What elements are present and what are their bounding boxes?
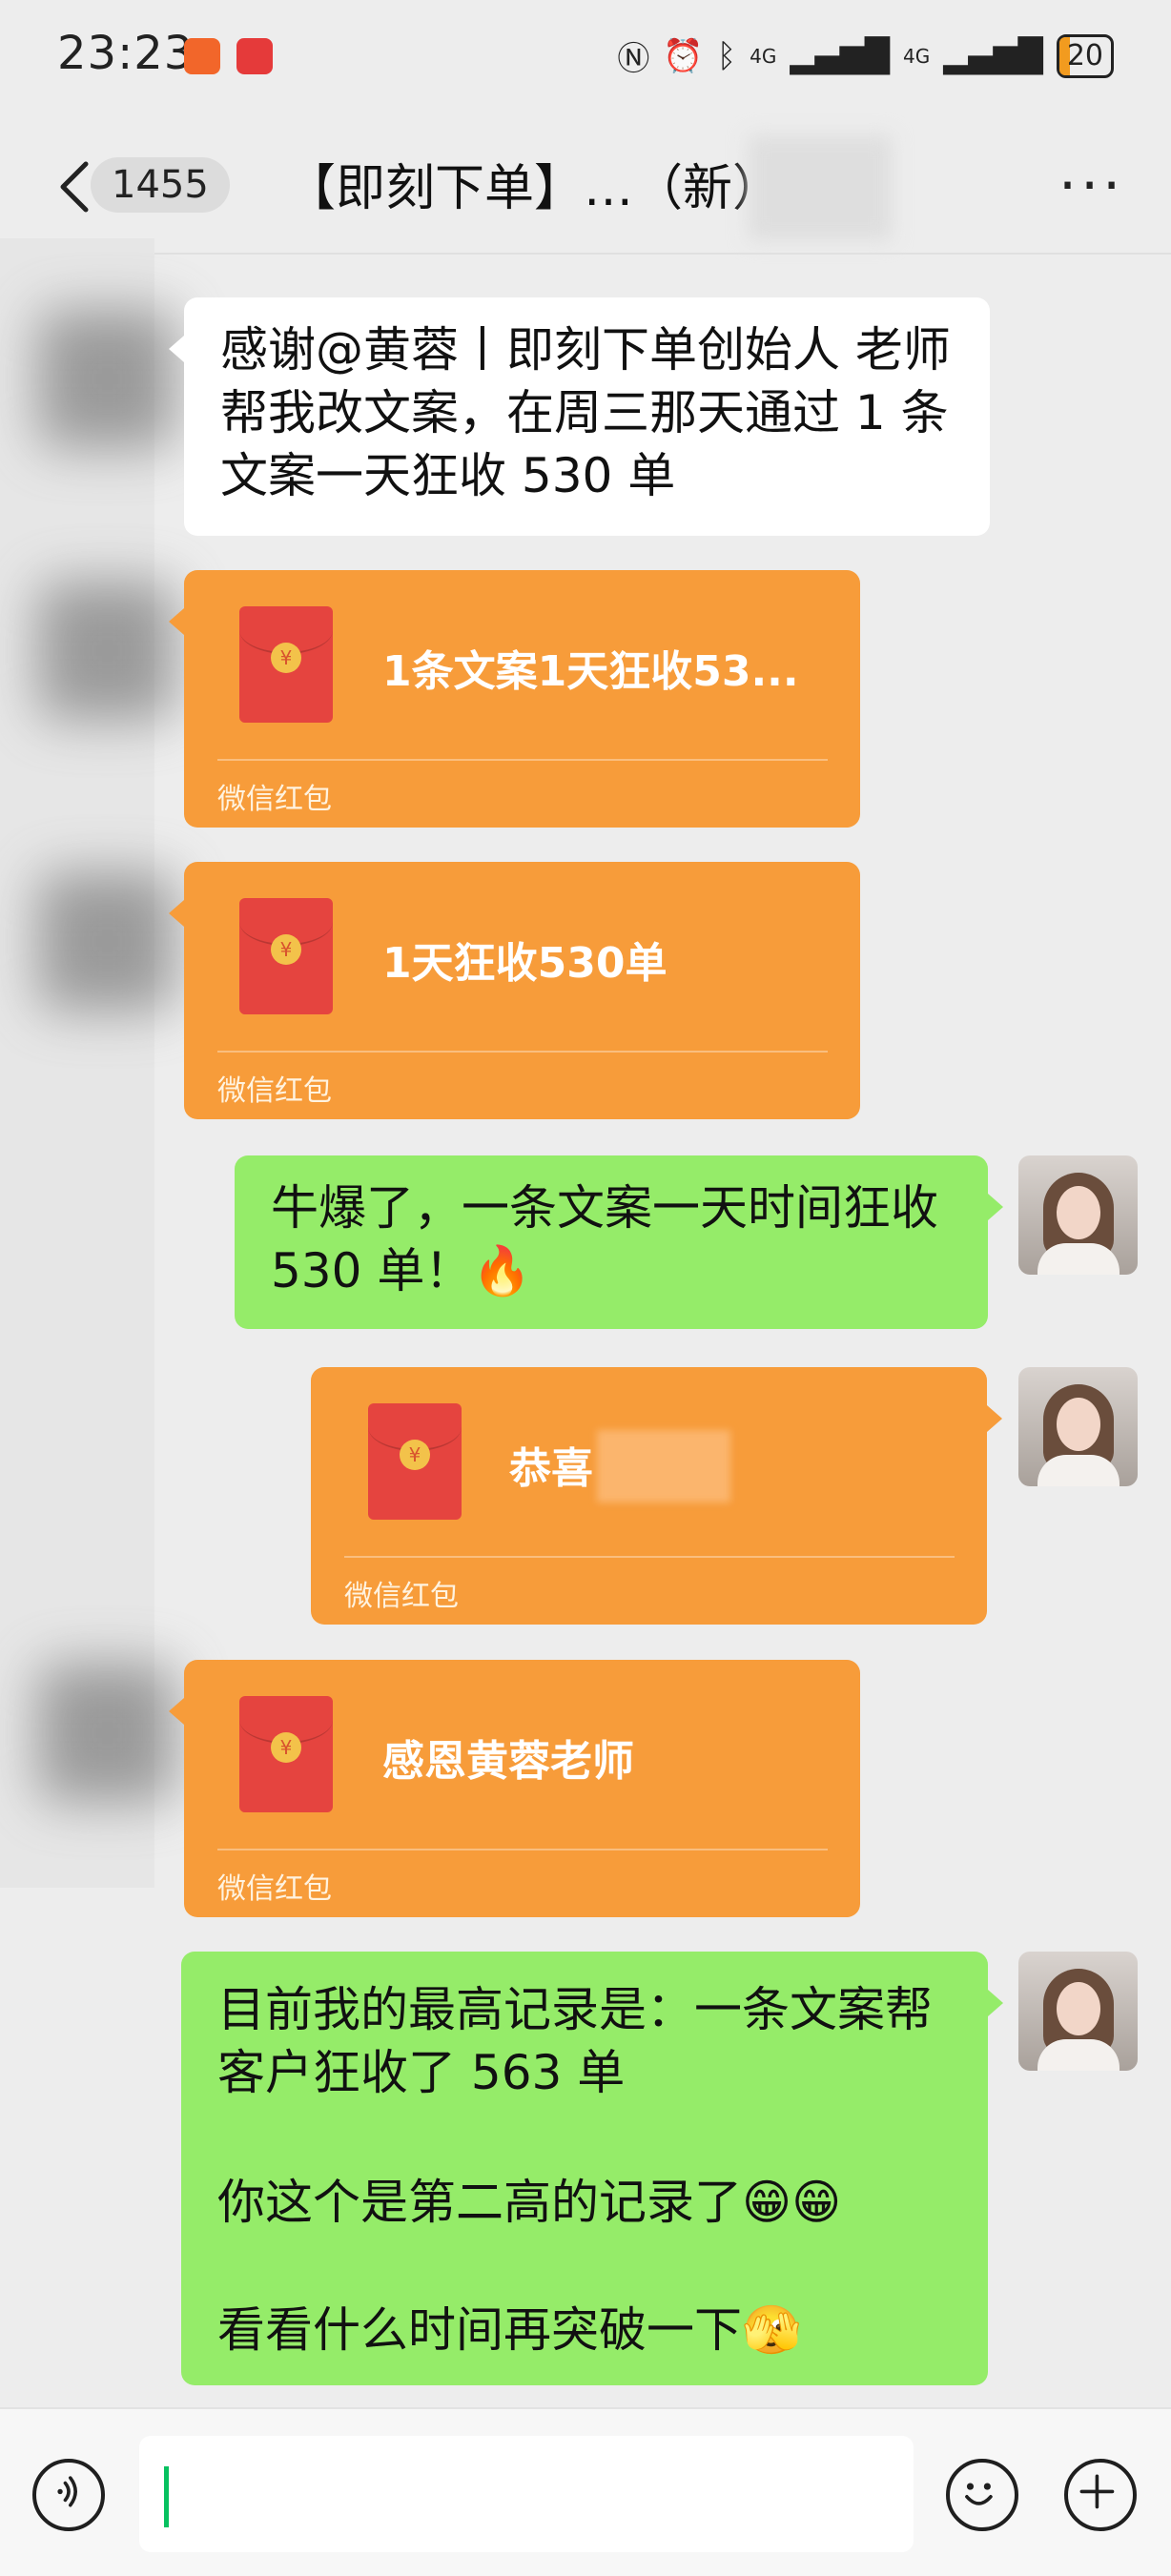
battery-icon: 20	[1056, 33, 1114, 78]
signal-icon: ▂▄▆█	[790, 36, 890, 75]
red-packet-title: 恭喜	[509, 1444, 593, 1493]
avatar	[38, 310, 176, 448]
voice-icon[interactable]	[32, 2459, 105, 2531]
message-bubble[interactable]: 感谢@黄蓉丨即刻下单创始人 老师帮我改文案，在周三那天通过 1 条文案一天狂收 …	[169, 297, 990, 536]
message-text: 你这个是第二高的记录了😁😁	[217, 2175, 842, 2230]
red-envelope-icon: ¥	[239, 898, 333, 1014]
red-packet[interactable]: ¥ 恭喜 微信红包	[311, 1367, 1002, 1625]
battery-level: 20	[1066, 38, 1103, 72]
message-text: 感谢@黄蓉丨即刻下单创始人 老师帮我改文案，在周三那天通过 1 条文案一天狂收 …	[220, 322, 951, 503]
red-packet[interactable]: ¥ 1天狂收530单 微信红包	[169, 862, 860, 1119]
message-input[interactable]	[139, 2436, 914, 2552]
avatar	[38, 582, 176, 720]
divider	[217, 1849, 828, 1850]
chat-title: 【即刻下单】…（新）	[286, 160, 783, 217]
message-bubble[interactable]: 目前我的最高记录是：一条文案帮客户狂收了 563 单 你这个是第二高的记录了😁😁…	[181, 1952, 1003, 2385]
nfc-icon: Ⓝ	[617, 40, 650, 78]
input-bar	[0, 2407, 1171, 2576]
status-bar: 23:23 Ⓝ ⏰ ᛒ 4G ▂▄▆█ 4G ▂▄▆█ 20	[0, 0, 1171, 114]
red-envelope-icon: ¥	[239, 606, 333, 723]
divider	[217, 1051, 828, 1053]
alarm-icon: ⏰	[663, 36, 704, 75]
network-4g-label: 4G	[902, 44, 931, 68]
message-text: 看看什么时间再突破一下🫣	[217, 2302, 802, 2358]
red-packet-label: 微信红包	[344, 1580, 459, 1613]
app-icon-red	[236, 38, 273, 74]
red-packet-title: 1天狂收530单	[382, 939, 668, 988]
redacted-region	[597, 1430, 730, 1503]
red-packet-label: 微信红包	[217, 1074, 332, 1108]
plus-icon[interactable]	[1064, 2459, 1137, 2531]
red-packet-title: 1条文案1天狂收53...	[382, 647, 799, 696]
sender-avatar-column	[0, 238, 154, 1888]
redacted-region	[749, 135, 892, 240]
avatar[interactable]	[1018, 1367, 1138, 1486]
network-4g-label: 4G	[750, 44, 777, 68]
avatar	[38, 872, 176, 1011]
emoji-icon[interactable]	[946, 2459, 1018, 2531]
red-packet[interactable]: ¥ 1条文案1天狂收53... 微信红包	[169, 570, 860, 828]
red-packet-label: 微信红包	[217, 783, 332, 816]
header-divider	[0, 253, 1171, 255]
message-text: 目前我的最高记录是：一条文案帮客户狂收了 563 单	[217, 1982, 933, 2100]
red-envelope-icon: ¥	[368, 1403, 462, 1520]
avatar[interactable]	[1018, 1155, 1138, 1275]
red-packet[interactable]: ¥ 感恩黄蓉老师 微信红包	[169, 1660, 860, 1917]
divider	[344, 1556, 955, 1558]
clock: 23:23	[57, 27, 195, 80]
text-cursor	[164, 2466, 169, 2527]
unread-count-badge[interactable]: 1455	[91, 157, 230, 213]
signal-icon: ▂▄▆█	[943, 36, 1043, 75]
message-bubble[interactable]: 牛爆了，一条文案一天时间狂收 530 单！🔥	[235, 1155, 1003, 1329]
red-packet-label: 微信红包	[217, 1872, 332, 1906]
avatar[interactable]	[1018, 1952, 1138, 2071]
red-packet-title: 感恩黄蓉老师	[382, 1737, 634, 1786]
red-envelope-icon: ¥	[239, 1696, 333, 1812]
more-options-icon[interactable]: ···	[1058, 157, 1124, 215]
avatar	[38, 1664, 176, 1802]
message-text: 牛爆了，一条文案一天时间狂收 530 单！🔥	[271, 1180, 938, 1298]
divider	[217, 759, 828, 761]
system-icons: Ⓝ ⏰ ᛒ 4G ▂▄▆█ 4G ▂▄▆█ 20	[617, 32, 1114, 79]
bluetooth-icon: ᛒ	[716, 36, 737, 75]
app-icon-orange	[184, 38, 220, 74]
